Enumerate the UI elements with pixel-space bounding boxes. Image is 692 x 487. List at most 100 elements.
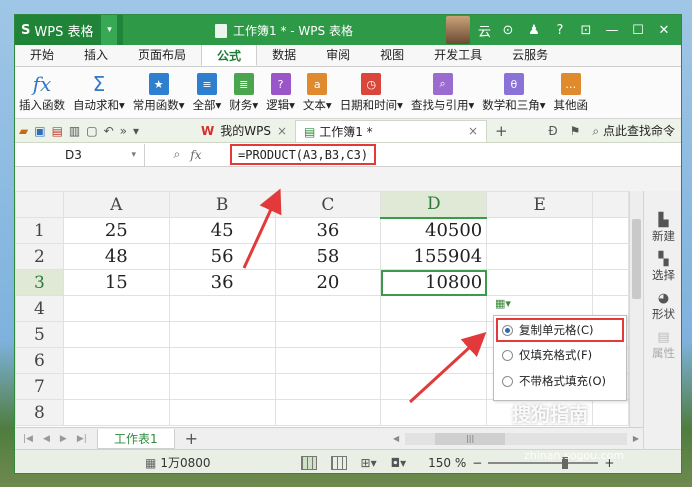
option-fill-format-only[interactable]: 仅填充格式(F)	[494, 342, 626, 368]
restore-layout-icon[interactable]: ⊡	[577, 23, 595, 38]
paste-options-button[interactable]: ▦▾	[495, 297, 511, 310]
cell-a3[interactable]: 15	[62, 269, 170, 296]
column-header-c[interactable]: C	[274, 191, 382, 218]
skin-icon[interactable]: ⊙	[499, 23, 517, 38]
math-trig-button[interactable]: θ 数学和三角▾	[478, 71, 549, 113]
cell-a6[interactable]	[62, 347, 170, 374]
other-functions-button[interactable]: … 其他函	[550, 71, 593, 113]
horizontal-scrollbar[interactable]: ◀ ||| ▶	[393, 432, 643, 446]
row-header[interactable]: 6	[15, 347, 64, 374]
cell-f8[interactable]	[592, 399, 629, 426]
tab-insert[interactable]: 插入	[69, 44, 123, 66]
page-break-view-icon[interactable]	[330, 455, 347, 470]
normal-view-icon[interactable]	[300, 455, 317, 470]
cell-a1[interactable]: 25	[62, 217, 170, 244]
d-icon[interactable]: Ð	[548, 124, 557, 138]
row-header[interactable]: 3	[15, 269, 64, 296]
cell-a7[interactable]	[62, 373, 170, 400]
row-header[interactable]: 5	[15, 321, 64, 348]
help-icon[interactable]: ?	[551, 23, 569, 38]
undo-icon[interactable]: ↶	[104, 124, 114, 138]
tab-review[interactable]: 审阅	[311, 44, 365, 66]
app-menu-button[interactable]: S WPS 表格 ▾	[15, 15, 124, 45]
cell-b5[interactable]	[168, 321, 276, 348]
insert-function-button[interactable]: fx 插入函数	[15, 71, 69, 113]
cell-b7[interactable]	[168, 373, 276, 400]
app-dropdown-icon[interactable]: ▾	[101, 15, 118, 45]
open-folder-icon[interactable]: ▰	[19, 124, 28, 138]
cell-f1[interactable]	[592, 217, 629, 244]
column-header-d[interactable]: D	[380, 191, 488, 219]
side-shape-button[interactable]: ◕ 形状	[652, 291, 675, 322]
more-quick-icon[interactable]: »	[120, 124, 127, 138]
cell-f3[interactable]	[592, 269, 629, 296]
side-properties-button[interactable]: ▤ 属性	[652, 330, 675, 361]
common-functions-button[interactable]: ★ 常用函数▾	[129, 71, 189, 113]
column-header-a[interactable]: A	[62, 191, 170, 218]
flag-icon[interactable]: ⚑	[570, 124, 581, 138]
chevron-down-icon[interactable]: ▾	[131, 150, 136, 160]
cell-b6[interactable]	[168, 347, 276, 374]
command-search[interactable]: Ð ⚑ ⌕ 点此查找命令	[548, 122, 681, 139]
cell-d1[interactable]: 40500	[380, 217, 488, 244]
close-tab-icon[interactable]: ×	[277, 124, 287, 138]
cell-d5[interactable]	[380, 321, 488, 348]
cell-c8[interactable]	[274, 399, 382, 426]
date-time-button[interactable]: ◷ 日期和时间▾	[336, 71, 407, 113]
save-icon[interactable]: ▣	[34, 124, 45, 138]
zoom-formula-icon[interactable]: ⌕	[174, 147, 181, 162]
print-preview-icon[interactable]: ▢	[86, 124, 97, 138]
text-button[interactable]: a 文本▾	[299, 71, 336, 113]
user-name[interactable]: 云	[478, 21, 491, 40]
eye-protection-icon[interactable]: ◘▾	[391, 456, 407, 470]
row-header[interactable]: 7	[15, 373, 64, 400]
close-button[interactable]: ✕	[655, 23, 673, 38]
cell-c7[interactable]	[274, 373, 382, 400]
tab-data[interactable]: 数据	[257, 44, 311, 66]
cell-a4[interactable]	[62, 295, 170, 322]
add-sheet-button[interactable]: +	[185, 429, 198, 448]
scroll-left-icon[interactable]: ◀	[393, 434, 399, 443]
cell-f2[interactable]	[592, 243, 629, 270]
logical-button[interactable]: ? 逻辑▾	[262, 71, 299, 113]
freeze-panes-icon[interactable]: ⊞▾	[361, 456, 377, 470]
autosum-button[interactable]: Σ 自动求和▾	[69, 71, 129, 113]
row-header[interactable]: 1	[15, 217, 64, 244]
select-all-corner[interactable]	[15, 191, 64, 218]
h-scroll-thumb[interactable]: |||	[435, 432, 506, 445]
cell-c4[interactable]	[274, 295, 382, 322]
lookup-reference-button[interactable]: ⌕ 查找与引用▾	[407, 71, 478, 113]
cell-e2[interactable]	[486, 243, 594, 270]
print-icon[interactable]: ▥	[69, 124, 80, 138]
tab-formulas[interactable]: 公式	[201, 44, 258, 66]
tab-view[interactable]: 视图	[365, 44, 419, 66]
option-fill-without-format[interactable]: 不带格式填充(O)	[494, 368, 626, 394]
last-sheet-icon[interactable]: ▶|	[77, 434, 87, 444]
cell-a2[interactable]: 48	[62, 243, 170, 270]
maximize-button[interactable]: ☐	[629, 23, 647, 38]
row-header[interactable]: 8	[15, 399, 64, 426]
first-sheet-icon[interactable]: |◀	[23, 434, 33, 444]
formula-input[interactable]: =PRODUCT(A3,B3,C3)	[230, 144, 377, 165]
tab-home[interactable]: 开始	[15, 44, 69, 66]
column-header-e[interactable]: E	[486, 191, 594, 218]
side-select-button[interactable]: ▚ 选择	[652, 252, 675, 283]
cell-b1[interactable]: 45	[168, 217, 276, 244]
row-header[interactable]: 4	[15, 295, 64, 322]
cell-b3[interactable]: 36	[168, 269, 276, 296]
cell-d3-selected[interactable]: 10800	[380, 269, 488, 296]
fx-button[interactable]: fx	[190, 148, 201, 162]
side-new-button[interactable]: ▙ 新建	[652, 213, 675, 244]
cell-d8[interactable]	[380, 399, 488, 426]
prev-sheet-icon[interactable]: ◀	[43, 434, 50, 444]
tab-page-layout[interactable]: 页面布局	[123, 44, 201, 66]
cell-d2[interactable]: 155904	[380, 243, 488, 270]
zoom-out-icon[interactable]: −	[472, 456, 482, 470]
shirt-icon[interactable]: ♟	[525, 23, 543, 38]
scroll-thumb[interactable]	[632, 219, 641, 299]
export-pdf-icon[interactable]: ▤	[52, 124, 63, 138]
tab-cloud[interactable]: 云服务	[497, 44, 563, 66]
cell-b8[interactable]	[168, 399, 276, 426]
tab-my-wps[interactable]: W 我的WPS ×	[193, 120, 295, 142]
vertical-scrollbar[interactable]	[629, 191, 643, 427]
